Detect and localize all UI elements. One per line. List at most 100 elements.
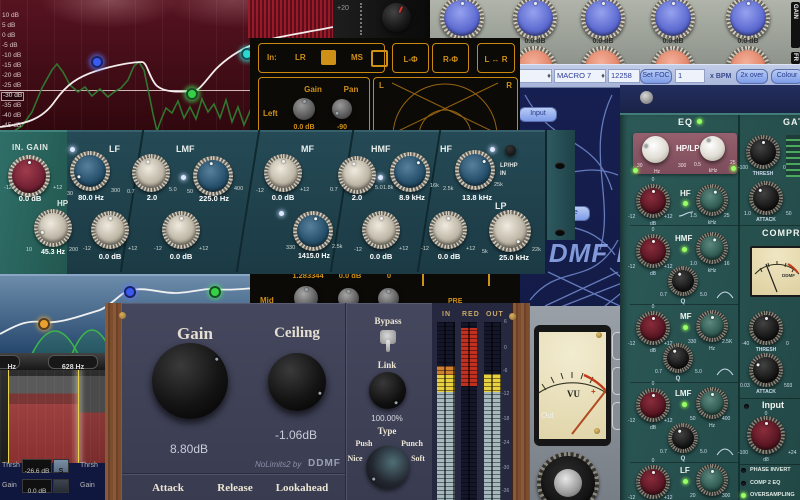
wave-select[interactable]: ve ♦ bbox=[518, 69, 552, 83]
out-knob[interactable] bbox=[537, 452, 599, 500]
set-button[interactable]: Set FOC bbox=[640, 69, 672, 84]
ceiling-label: Ceiling bbox=[274, 326, 320, 341]
vu-panel: VU + Out bbox=[529, 306, 621, 500]
gain-value-box[interactable]: 0.0 dB bbox=[22, 479, 52, 493]
mb-node-orange[interactable] bbox=[38, 318, 50, 330]
freq-readout-partial[interactable]: Hz bbox=[0, 355, 20, 369]
gate-thresh-knob[interactable] bbox=[746, 135, 780, 169]
lmf-gain-knob[interactable] bbox=[636, 388, 670, 422]
gain-knob-4[interactable] bbox=[651, 0, 695, 40]
mb-node-green[interactable] bbox=[209, 286, 221, 298]
channel-strip: EQ GATE HP/LP 30 300 Hz 0.5 25 kHz 0 -12… bbox=[620, 85, 800, 500]
multiplier-field[interactable]: 1 bbox=[675, 69, 705, 83]
oversampling-led[interactable] bbox=[741, 493, 746, 498]
tab-gain[interactable]: GAIN bbox=[791, 2, 800, 48]
mute-button[interactable] bbox=[53, 479, 69, 493]
lmf-q-knob[interactable] bbox=[668, 423, 698, 453]
bypass-toggle[interactable] bbox=[380, 330, 396, 344]
matrix-gain-knob[interactable] bbox=[293, 98, 315, 120]
hmf-gain-knob[interactable] bbox=[362, 211, 400, 249]
hmf-freq-knob[interactable] bbox=[390, 152, 430, 192]
gain-knob-2[interactable] bbox=[513, 0, 557, 40]
hf-freq-knob[interactable] bbox=[455, 150, 495, 190]
meter-bar-out bbox=[484, 322, 501, 500]
meter-scale: -18 bbox=[502, 417, 509, 422]
freq-knob-2[interactable] bbox=[581, 46, 625, 64]
lmf-freq-knob[interactable] bbox=[193, 156, 233, 196]
hmf-gain-knob[interactable] bbox=[636, 234, 670, 268]
gain-knob-3[interactable] bbox=[581, 0, 625, 40]
oversample-button[interactable]: 2x over bbox=[736, 69, 768, 84]
mf-q-knob[interactable] bbox=[663, 343, 693, 373]
limiter-ceiling-knob[interactable] bbox=[268, 353, 326, 411]
value-field[interactable]: 12258 bbox=[608, 69, 640, 83]
matrix-pan-knob[interactable] bbox=[332, 99, 352, 119]
gain-knob-5[interactable] bbox=[726, 0, 770, 40]
comp2eq-led[interactable] bbox=[741, 481, 746, 486]
out-knob-body bbox=[541, 456, 595, 500]
lr-checkbox[interactable] bbox=[321, 50, 336, 65]
lmf-q-knob[interactable] bbox=[132, 154, 170, 192]
hmf-label: HMF bbox=[371, 145, 391, 154]
lmf-q-value: 2.0 bbox=[147, 194, 157, 202]
lf-freq-knob[interactable] bbox=[70, 151, 110, 191]
colour-button[interactable]: Colour bbox=[771, 69, 800, 84]
gate-attack-knob[interactable] bbox=[749, 181, 783, 215]
lp-knob[interactable] bbox=[700, 136, 725, 161]
solo-button[interactable]: S bbox=[53, 459, 69, 473]
hmf-q-knob[interactable] bbox=[338, 156, 376, 194]
hp-knob[interactable] bbox=[642, 136, 669, 163]
thrsh-value-box[interactable]: -26.6 dB bbox=[22, 459, 52, 473]
hmf-led bbox=[378, 175, 383, 180]
type-label: Type bbox=[378, 427, 397, 436]
out-knob-dome bbox=[554, 469, 582, 497]
lmf-freq-knob[interactable] bbox=[696, 387, 728, 419]
eq-node-blue[interactable] bbox=[91, 56, 103, 68]
comp-thresh-knob[interactable] bbox=[749, 311, 783, 345]
lf-gain-knob[interactable] bbox=[91, 211, 129, 249]
brand-text: NoLimits2 by bbox=[255, 461, 301, 469]
swap-button[interactable]: L ↔ R bbox=[477, 43, 515, 73]
l-phase-button[interactable]: L-Φ bbox=[392, 43, 429, 73]
input-knob[interactable] bbox=[747, 416, 785, 454]
in-gain-knob[interactable] bbox=[8, 155, 50, 197]
meter-bar-red bbox=[461, 322, 477, 500]
phase-invert-led[interactable] bbox=[741, 468, 746, 473]
scale-min: 10 bbox=[26, 248, 32, 254]
brass-screw bbox=[119, 312, 126, 319]
pan-label: Pan bbox=[344, 86, 359, 94]
hmf-freq-knob[interactable] bbox=[696, 232, 728, 264]
hf-gain-knob[interactable] bbox=[636, 184, 670, 218]
comp-attack-knob[interactable] bbox=[749, 353, 783, 387]
macro-select[interactable]: MACRO 7 ♦ bbox=[554, 69, 606, 83]
tab-freq[interactable]: FR bbox=[791, 52, 800, 64]
hf-gain-knob[interactable] bbox=[429, 211, 467, 249]
mf-gain-knob[interactable] bbox=[636, 311, 670, 345]
hf-freq-knob[interactable] bbox=[696, 184, 728, 216]
lphp-in-button[interactable] bbox=[505, 145, 516, 156]
freq-readout[interactable]: 628 Hz bbox=[48, 355, 98, 369]
trim-knob[interactable] bbox=[382, 3, 411, 32]
lf-gain-knob[interactable] bbox=[636, 465, 670, 499]
freq-knob-3[interactable] bbox=[651, 46, 695, 64]
type-knob[interactable] bbox=[366, 446, 409, 489]
link-knob[interactable] bbox=[369, 372, 406, 409]
gain-knob-1[interactable] bbox=[440, 0, 484, 40]
eq-node-green[interactable] bbox=[186, 88, 198, 100]
lf-freq-knob[interactable] bbox=[696, 464, 728, 496]
r-phase-button[interactable]: R-Φ bbox=[432, 43, 469, 73]
mb-node-blue[interactable] bbox=[124, 286, 136, 298]
mf-gain-knob[interactable] bbox=[264, 154, 302, 192]
hmf-q-knob[interactable] bbox=[668, 266, 698, 296]
lp-knob[interactable] bbox=[489, 210, 531, 252]
input-button[interactable]: Input bbox=[519, 107, 557, 122]
gain-label-2: Gain bbox=[80, 482, 95, 489]
hp-knob[interactable] bbox=[34, 209, 72, 247]
lmf-gain-knob[interactable] bbox=[162, 211, 200, 249]
freq-knob-4[interactable] bbox=[726, 46, 770, 64]
mf-freq-knob[interactable] bbox=[696, 310, 728, 342]
mf-freq-knob[interactable] bbox=[293, 211, 333, 251]
hmf-band-label: HMF bbox=[675, 235, 692, 243]
limiter-gain-knob[interactable] bbox=[152, 343, 228, 419]
ms-checkbox[interactable] bbox=[371, 50, 388, 67]
